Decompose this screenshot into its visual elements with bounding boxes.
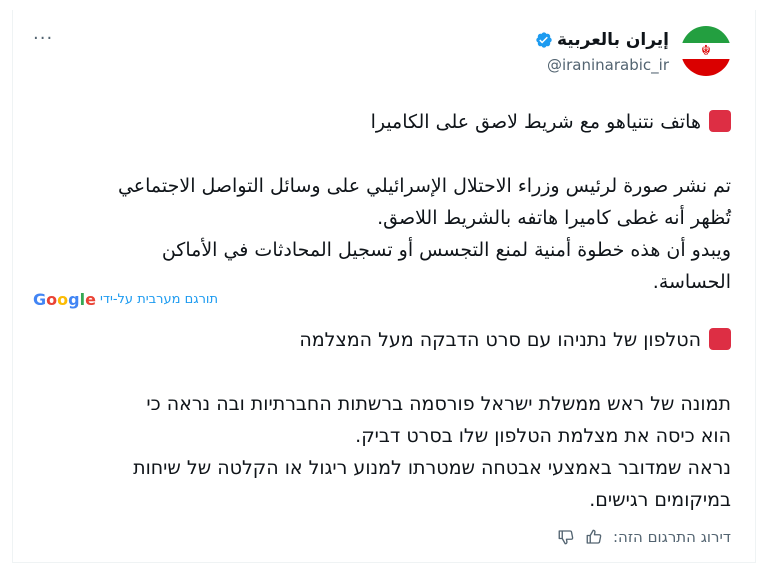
translated-by-label: תורגם מערבית על-ידי <box>99 292 219 307</box>
tweet-line: تُظهر أنه غطى كاميرا هاتفه بالشريط اللاص… <box>377 207 731 229</box>
translated-line: נראה שמדובר באמצעי אבטחה שמטרתו למנוע רי… <box>133 457 731 479</box>
tweet-header: ☬ إيران بالعربية @iraninarabic_ir ··· <box>33 26 731 86</box>
tweet-line: ويبدو أن هذه خطوة أمنية لمنع التجسس أو ت… <box>161 239 731 261</box>
account-handle[interactable]: @iraninarabic_ir <box>535 56 669 74</box>
translated-headline: הטלפון של נתניהו עם סרט הדבקה מעל המצלמה <box>33 324 731 356</box>
translated-by[interactable]: תורגם מערבית על-ידי Google <box>33 290 731 309</box>
thumb-down-icon[interactable] <box>557 528 575 546</box>
thumb-up-icon[interactable] <box>585 528 603 546</box>
red-square-emoji <box>709 328 731 350</box>
verified-badge-icon <box>535 31 553 49</box>
translated-line: תמונה של ראש ממשלת ישראל פורסמה ברשתות ה… <box>146 393 731 415</box>
google-logo: Google <box>33 290 96 309</box>
translated-line: הוא כיסה את מצלמת הטלפון שלו בסרט דביק. <box>355 425 731 447</box>
account-info: إيران بالعربية @iraninarabic_ir <box>535 30 669 74</box>
account-name[interactable]: إيران بالعربية <box>557 30 669 50</box>
avatar[interactable]: ☬ <box>681 26 731 76</box>
translated-line: במיקומים רגישים. <box>589 489 731 511</box>
tweet-headline: هاتف نتنياهو مع شريط لاصق على الكاميرا <box>33 106 731 138</box>
red-square-emoji <box>709 110 731 132</box>
tweet-card: ☬ إيران بالعربية @iraninarabic_ir ··· ها… <box>12 10 756 563</box>
tweet-text-arabic: هاتف نتنياهو مع شريط لاصق على الكاميرا ت… <box>33 106 731 298</box>
tweet-text-hebrew: הטלפון של נתניהו עם סרט הדבקה מעל המצלמה… <box>33 324 731 516</box>
rating-label: דירוג התרגום הזה: <box>612 528 731 546</box>
translation-rating: דירוג התרגום הזה: <box>33 528 731 546</box>
tweet-line: تم نشر صورة لرئيس وزراء الاحتلال الإسرائ… <box>117 175 731 197</box>
iran-emblem-icon: ☬ <box>701 43 711 59</box>
more-icon[interactable]: ··· <box>33 28 53 49</box>
